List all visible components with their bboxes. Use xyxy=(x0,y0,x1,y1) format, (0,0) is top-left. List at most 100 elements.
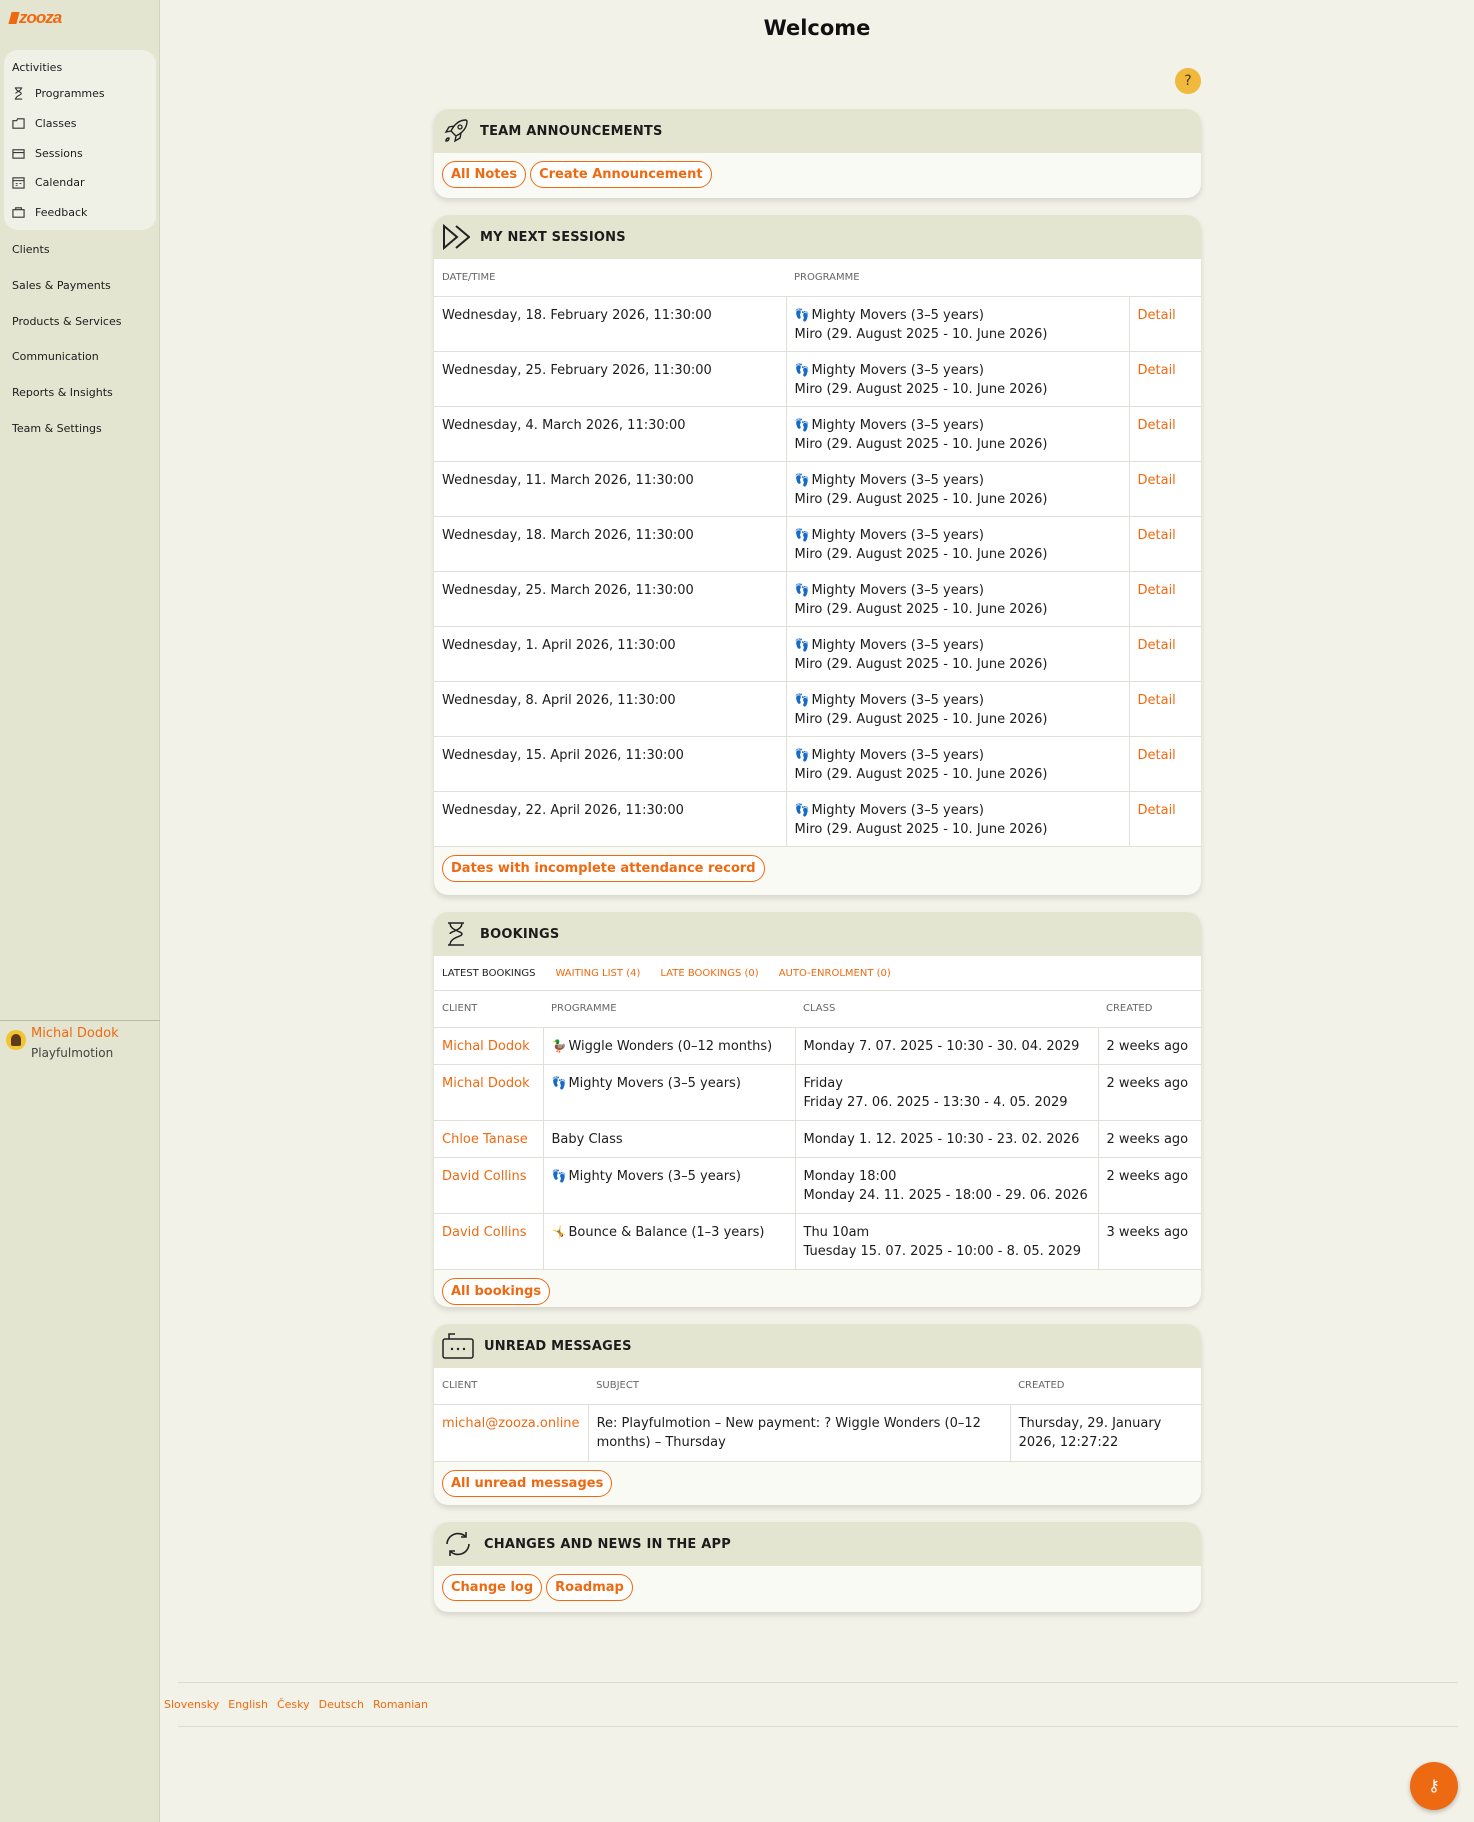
detail-link[interactable]: Detail xyxy=(1138,418,1176,433)
detail-link[interactable]: Detail xyxy=(1138,528,1176,543)
card-title: BOOKINGS xyxy=(480,926,560,942)
sessions-table: DATE/TIME PROGRAMME Wednesday, 18. Febru… xyxy=(434,259,1201,847)
programme-name: Mighty Movers (3–5 years) xyxy=(811,747,984,763)
booking-class: Thu 10am Tuesday 15. 07. 2025 - 10:00 - 8… xyxy=(794,1213,1098,1270)
booking-class: Friday Friday 27. 06. 2025 - 13:30 - 4. 0… xyxy=(794,1064,1098,1121)
programme-line: 👣 Mighty Movers (3–5 years) xyxy=(795,691,1121,710)
booking-created: 2 weeks ago xyxy=(1097,1120,1201,1158)
tab-auto-enrolment[interactable]: AUTO-ENROLMENT (0) xyxy=(779,968,891,979)
nav-feedback[interactable]: Feedback xyxy=(12,206,87,219)
detail-link[interactable]: Detail xyxy=(1138,638,1176,653)
programme-name: Mighty Movers (3–5 years) xyxy=(568,1168,741,1184)
booking-programme: 🤸 Bounce & Balance (1–3 years) xyxy=(542,1213,795,1270)
lang-english[interactable]: English xyxy=(228,1698,268,1711)
booking-created: 2 weeks ago xyxy=(1097,1064,1201,1121)
detail-link[interactable]: Detail xyxy=(1138,363,1176,378)
booking-class: Monday 7. 07. 2025 - 10:30 - 30. 04. 202… xyxy=(794,1027,1098,1065)
programme-name: Mighty Movers (3–5 years) xyxy=(811,527,984,543)
session-date: Wednesday, 18. March 2026, 11:30:00 xyxy=(434,516,786,572)
session-programme: 👣 Mighty Movers (3–5 years) Miro (29. Augu… xyxy=(785,571,1129,627)
sidebar-divider xyxy=(0,1020,160,1021)
detail-link[interactable]: Detail xyxy=(1138,583,1176,598)
col-subject: SUBJECT xyxy=(588,1368,1011,1405)
session-action: Detail xyxy=(1128,516,1201,572)
bookings-tabs: LATEST BOOKINGS WAITING LIST (4) LATE BO… xyxy=(434,956,1201,991)
nav-sessions[interactable]: Sessions xyxy=(12,147,83,160)
client-link[interactable]: David Collins xyxy=(442,1225,527,1240)
nav-products-services[interactable]: Products & Services xyxy=(12,315,121,328)
client-link[interactable]: Chloe Tanase xyxy=(442,1132,528,1147)
change-log-button[interactable]: Change log xyxy=(442,1574,543,1601)
table-row: Michal Dodok 🦆 Wiggle Wonders (0–12 months… xyxy=(434,1027,1201,1065)
table-row: Wednesday, 18. February 2026, 11:30:00 👣 M… xyxy=(434,296,1201,352)
user-profile[interactable]: Michal Dodok Playfulmotion xyxy=(6,1026,119,1060)
help-chat-button[interactable]: ⚷ xyxy=(1410,1762,1458,1810)
lang-romanian[interactable]: Romanian xyxy=(373,1698,428,1711)
detail-link[interactable]: Detail xyxy=(1138,308,1176,323)
tab-waiting-list[interactable]: WAITING LIST (4) xyxy=(555,968,640,979)
nav-communication[interactable]: Communication xyxy=(12,350,99,363)
col-action xyxy=(1129,259,1201,297)
programme-name: Mighty Movers (3–5 years) xyxy=(811,472,984,488)
all-bookings-button[interactable]: All bookings xyxy=(442,1277,551,1305)
nav-sales-payments[interactable]: Sales & Payments xyxy=(12,279,111,292)
table-row: Wednesday, 4. March 2026, 11:30:00 👣 Might… xyxy=(434,406,1201,462)
footprints-icon: 👣 xyxy=(794,307,810,322)
table-row: Michal Dodok 👣 Mighty Movers (3–5 years) Fr… xyxy=(434,1064,1201,1121)
nav-programmes-label: Programmes xyxy=(35,87,105,100)
detail-link[interactable]: Detail xyxy=(1138,748,1176,763)
programme-line: 👣 Mighty Movers (3–5 years) xyxy=(795,746,1121,765)
booking-class: Monday 1. 12. 2025 - 10:30 - 23. 02. 202… xyxy=(794,1120,1098,1158)
nav-calendar[interactable]: Calendar xyxy=(12,176,84,189)
feedback-icon xyxy=(12,207,25,218)
nav-programmes[interactable]: Programmes xyxy=(12,87,105,100)
nav-activities[interactable]: Activities xyxy=(12,61,62,74)
card-header: TEAM ANNOUNCEMENTS xyxy=(434,109,1201,153)
table-row: Wednesday, 22. April 2026, 11:30:00 👣 Migh… xyxy=(434,791,1201,847)
roadmap-button[interactable]: Roadmap xyxy=(546,1574,633,1601)
nav-team-settings[interactable]: Team & Settings xyxy=(12,422,102,435)
footprints-icon: 👣 xyxy=(794,582,810,597)
session-date: Wednesday, 18. February 2026, 11:30:00 xyxy=(434,296,786,352)
tab-latest-bookings[interactable]: LATEST BOOKINGS xyxy=(442,968,535,979)
booking-programme: 🦆 Wiggle Wonders (0–12 months) xyxy=(542,1027,795,1065)
session-action: Detail xyxy=(1128,681,1201,737)
nav-classes[interactable]: Classes xyxy=(12,117,76,130)
client-link[interactable]: Michal Dodok xyxy=(442,1076,530,1091)
tab-late-bookings[interactable]: LATE BOOKINGS (0) xyxy=(660,968,758,979)
refresh-icon xyxy=(446,1532,470,1556)
card-header: CHANGES AND NEWS IN THE APP xyxy=(434,1522,1201,1566)
detail-link[interactable]: Detail xyxy=(1138,473,1176,488)
class-line-1: Friday xyxy=(803,1075,843,1091)
all-notes-button[interactable]: All Notes xyxy=(442,161,527,188)
detail-link[interactable]: Detail xyxy=(1138,803,1176,818)
class-line-2: Monday 24. 11. 2025 - 18:00 - 29. 06. 20… xyxy=(803,1187,1088,1203)
bookings-table: CLIENT PROGRAMME CLASS CREATED Michal Do… xyxy=(434,991,1201,1270)
session-date: Wednesday, 8. April 2026, 11:30:00 xyxy=(434,681,786,737)
detail-link[interactable]: Detail xyxy=(1138,693,1176,708)
rocket-icon xyxy=(444,119,468,143)
client-email-link[interactable]: michal@zooza.online xyxy=(442,1416,580,1431)
client-link[interactable]: Michal Dodok xyxy=(442,1039,530,1054)
client-link[interactable]: David Collins xyxy=(442,1169,527,1184)
message-subject[interactable]: Re: Playfulmotion – New payment: ? Wiggl… xyxy=(587,1404,1011,1462)
nav-feedback-label: Feedback xyxy=(35,206,88,219)
class-name: Miro (29. August 2025 - 10. June 2026) xyxy=(794,436,1048,452)
user-name[interactable]: Michal Dodok xyxy=(31,1026,119,1041)
session-date: Wednesday, 25. March 2026, 11:30:00 xyxy=(434,571,786,627)
lang-deutsch[interactable]: Deutsch xyxy=(319,1698,364,1711)
footprints-icon: 👣 xyxy=(794,692,810,707)
all-unread-messages-button[interactable]: All unread messages xyxy=(442,1469,613,1497)
footprints-icon: 👣 xyxy=(794,802,810,817)
avatar xyxy=(6,1030,26,1050)
incomplete-attendance-button[interactable]: Dates with incomplete attendance record xyxy=(442,854,765,882)
lang-slovensky[interactable]: Slovensky xyxy=(164,1698,219,1711)
help-button[interactable]: ? xyxy=(1175,68,1201,94)
create-announcement-button[interactable]: Create Announcement xyxy=(530,161,712,188)
lang-cesky[interactable]: Česky xyxy=(277,1698,310,1711)
zooza-logo[interactable]: zooza xyxy=(8,8,62,28)
nav-clients[interactable]: Clients xyxy=(12,243,50,256)
session-date: Wednesday, 4. March 2026, 11:30:00 xyxy=(434,406,786,462)
class-line-1: Monday 1. 12. 2025 - 10:30 - 23. 02. 202… xyxy=(803,1131,1080,1147)
nav-reports-insights[interactable]: Reports & Insights xyxy=(12,386,113,399)
